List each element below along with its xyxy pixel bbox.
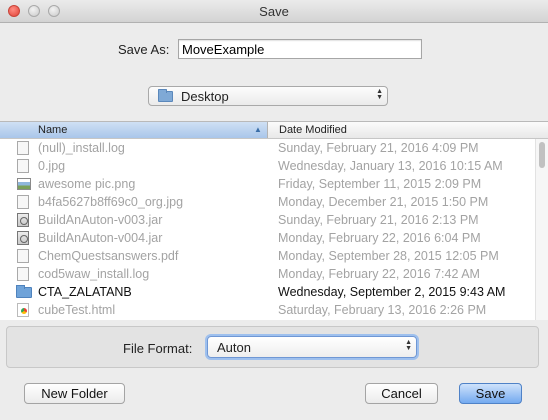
jar-icon <box>17 231 29 245</box>
save-as-label: Save As: <box>118 42 170 57</box>
up-down-arrows-icon: ▲ ▼ <box>376 88 383 101</box>
list-item[interactable]: cubeTest.html Saturday, February 13, 201… <box>0 301 530 319</box>
file-date: Sunday, February 21, 2016 4:09 PM <box>278 141 479 155</box>
location-dropdown[interactable]: Desktop ▲ ▼ <box>148 86 388 106</box>
document-icon <box>17 249 29 263</box>
file-name: ChemQuestsanswers.pdf <box>38 249 179 263</box>
file-date: Wednesday, January 13, 2016 10:15 AM <box>278 159 503 173</box>
file-date: Saturday, February 13, 2016 2:26 PM <box>278 303 487 317</box>
scrollbar-thumb[interactable] <box>539 142 545 168</box>
file-browser-list[interactable]: Name ▲ Date Modified (null)_install.log … <box>0 121 548 320</box>
column-header-name[interactable]: Name ▲ <box>0 122 268 138</box>
list-item[interactable]: cod5waw_install.log Monday, February 22,… <box>0 265 530 283</box>
save-as-field[interactable] <box>178 39 422 59</box>
vertical-scrollbar[interactable] <box>535 139 548 320</box>
file-name: cod5waw_install.log <box>38 267 150 281</box>
file-format-label: File Format: <box>123 341 193 356</box>
file-date: Monday, December 21, 2015 1:50 PM <box>278 195 489 209</box>
title-bar: Save <box>0 0 548 23</box>
document-icon <box>17 195 29 209</box>
file-name: cubeTest.html <box>38 303 116 317</box>
sort-ascending-icon: ▲ <box>254 125 262 134</box>
image-icon <box>17 178 31 190</box>
file-date: Sunday, February 21, 2016 2:13 PM <box>278 213 479 227</box>
file-name: BuildAnAuton-v004.jar <box>38 231 163 245</box>
document-icon <box>17 159 29 173</box>
file-date: Monday, February 22, 2016 7:42 AM <box>278 267 480 281</box>
list-item[interactable]: ChemQuestsanswers.pdf Monday, September … <box>0 247 530 265</box>
document-icon <box>17 267 29 281</box>
new-folder-button[interactable]: New Folder <box>24 383 125 404</box>
save-dialog: Save Save As: Desktop ▲▼ Name ▲ Date Mod… <box>0 0 548 420</box>
list-header: Name ▲ Date Modified <box>0 122 548 139</box>
file-date: Wednesday, September 2, 2015 9:43 AM <box>278 285 506 299</box>
list-item[interactable]: CTA_ZALATANB Wednesday, September 2, 201… <box>0 283 530 301</box>
column-name-label: Name <box>38 124 68 136</box>
column-header-date-modified[interactable]: Date Modified <box>279 124 347 136</box>
html-icon <box>17 303 29 317</box>
save-button[interactable]: Save <box>459 383 522 404</box>
list-item[interactable]: BuildAnAuton-v004.jar Monday, February 2… <box>0 229 530 247</box>
list-item[interactable]: b4fa5627b8ff69c0_org.jpg Monday, Decembe… <box>0 193 530 211</box>
cancel-button[interactable]: Cancel <box>365 383 438 404</box>
file-date: Friday, September 11, 2015 2:09 PM <box>278 177 482 191</box>
list-item[interactable]: BuildAnAuton-v003.jar Sunday, February 2… <box>0 211 530 229</box>
file-name: b4fa5627b8ff69c0_org.jpg <box>38 195 184 209</box>
file-name: (null)_install.log <box>38 141 125 155</box>
location-selected: Desktop <box>181 89 229 104</box>
folder-icon <box>158 89 173 102</box>
list-item[interactable]: 0.jpg Wednesday, January 13, 2016 10:15 … <box>0 157 530 175</box>
file-name: awesome pic.png <box>38 177 136 191</box>
file-name: BuildAnAuton-v003.jar <box>38 213 163 227</box>
file-name: 0.jpg <box>38 159 66 173</box>
list-item[interactable]: (null)_install.log Sunday, February 21, … <box>0 139 530 157</box>
list-item[interactable]: awesome pic.png Friday, September 11, 20… <box>0 175 530 193</box>
file-format-selected: Auton <box>217 340 251 355</box>
window-title: Save <box>259 4 289 19</box>
folder-icon <box>16 285 32 298</box>
file-date: Monday, September 28, 2015 12:05 PM <box>278 249 499 263</box>
file-date: Monday, February 22, 2016 6:04 PM <box>278 231 481 245</box>
document-icon <box>17 141 29 155</box>
up-down-arrows-icon: ▲ ▼ <box>405 339 412 352</box>
file-format-dropdown[interactable]: Auton ▲ ▼ <box>207 336 417 358</box>
file-name: CTA_ZALATANB <box>38 285 132 299</box>
jar-icon <box>17 213 29 227</box>
file-format-panel: File Format: Auton ▲ ▼ <box>6 326 539 368</box>
